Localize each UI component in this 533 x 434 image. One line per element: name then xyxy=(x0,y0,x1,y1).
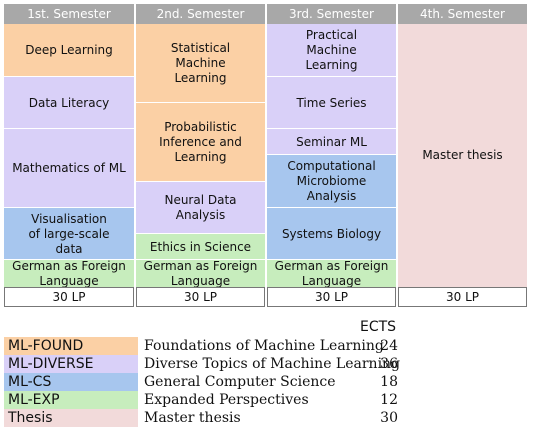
credits-semester-1: 30 LP xyxy=(4,287,134,307)
semester-header-3: 3rd. Semester xyxy=(267,4,396,24)
credits-semester-2: 30 LP xyxy=(136,287,265,307)
divider xyxy=(4,207,134,208)
course-seminar-ml: Seminar ML xyxy=(267,129,396,155)
credits-semester-4: 30 LP xyxy=(398,287,527,307)
divider xyxy=(4,259,134,260)
course-visualisation: Visualisation of large-scale data xyxy=(4,208,134,260)
course-data-literacy: Data Literacy xyxy=(4,77,134,129)
divider xyxy=(136,102,265,103)
legend-ects-ml-found: 24 xyxy=(380,338,398,354)
course-probabilistic-inference: Probabilistic Inference and Learning xyxy=(136,103,265,182)
course-ethics-in-science: Ethics in Science xyxy=(136,234,265,260)
legend-desc-thesis: Master thesis xyxy=(144,410,241,426)
divider xyxy=(267,154,396,155)
course-german-2: German as Foreign Language xyxy=(136,259,265,288)
course-german-3: German as Foreign Language xyxy=(267,259,396,288)
divider xyxy=(4,76,134,77)
semester-header-2: 2nd. Semester xyxy=(136,4,265,24)
divider xyxy=(267,128,396,129)
divider xyxy=(267,207,396,208)
semester-header-1: 1st. Semester xyxy=(4,4,134,24)
legend-thesis: Thesis xyxy=(4,409,138,427)
legend-ml-cs: ML-CS xyxy=(4,373,138,391)
legend-ects-ml-cs: 18 xyxy=(380,374,398,390)
divider xyxy=(136,181,265,182)
divider xyxy=(267,259,396,260)
course-master-thesis: Master thesis xyxy=(398,24,527,287)
legend-desc-ml-cs: General Computer Science xyxy=(144,374,336,390)
course-practical-ml: Practical Machine Learning xyxy=(267,24,396,77)
legend-ects-ml-exp: 12 xyxy=(380,392,398,408)
legend-ects-ml-diverse: 36 xyxy=(380,356,398,372)
divider xyxy=(4,128,134,129)
divider xyxy=(136,233,265,234)
legend-ml-diverse: ML-DIVERSE xyxy=(4,355,138,373)
legend-ml-exp: ML-EXP xyxy=(4,391,138,409)
divider xyxy=(267,76,396,77)
credits-semester-3: 30 LP xyxy=(267,287,396,307)
semester-header-4: 4th. Semester xyxy=(398,4,527,24)
course-systems-biology: Systems Biology xyxy=(267,208,396,260)
legend-ects-thesis: 30 xyxy=(380,410,398,426)
course-neural-data-analysis: Neural Data Analysis xyxy=(136,182,265,234)
legend-ml-found: ML-FOUND xyxy=(4,337,138,355)
course-time-series: Time Series xyxy=(267,77,396,129)
course-deep-learning: Deep Learning xyxy=(4,24,134,77)
ects-header: ECTS xyxy=(360,319,397,335)
legend-desc-ml-exp: Expanded Perspectives xyxy=(144,392,309,408)
course-computational-microbiome: Computational Microbiome Analysis xyxy=(267,155,396,208)
course-mathematics-of-ml: Mathematics of ML xyxy=(4,129,134,208)
divider xyxy=(136,259,265,260)
course-statistical-ml: Statistical Machine Learning xyxy=(136,24,265,103)
course-german-1: German as Foreign Language xyxy=(4,259,134,288)
